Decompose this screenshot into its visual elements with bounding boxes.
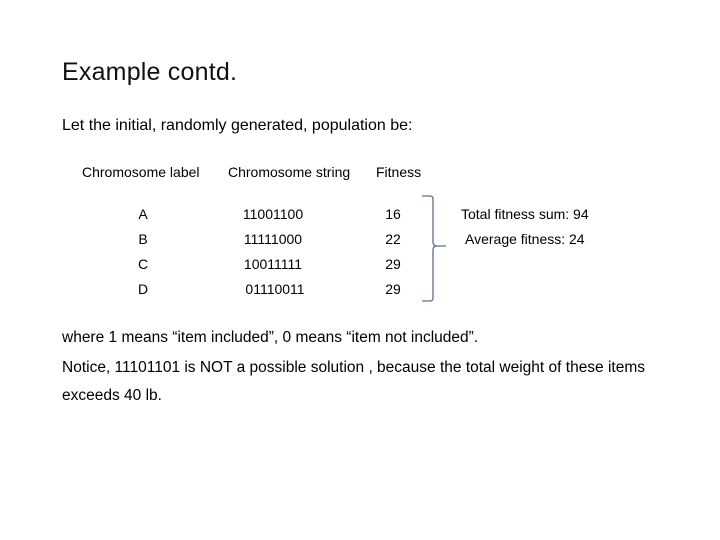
header-chromosome-string: Chromosome string bbox=[228, 164, 351, 180]
intro-text: Let the initial, randomly generated, pop… bbox=[62, 117, 413, 134]
average-fitness: Average fitness: 24 bbox=[465, 231, 585, 247]
slide-title: Example contd. bbox=[62, 58, 238, 86]
row-label: D bbox=[137, 281, 149, 297]
right-brace-icon bbox=[422, 195, 446, 302]
header-fitness: Fitness bbox=[376, 164, 422, 180]
row-label: C bbox=[137, 256, 149, 272]
row-string: 11001100 bbox=[242, 206, 304, 222]
footnote-encoding: where 1 means “item included”, 0 means “… bbox=[62, 329, 479, 346]
header-chromosome-label: Chromosome label bbox=[82, 164, 200, 180]
row-fitness: 29 bbox=[385, 256, 401, 272]
row-string: 01110011 bbox=[245, 281, 305, 297]
row-fitness: 16 bbox=[385, 206, 401, 222]
total-fitness-sum: Total fitness sum: 94 bbox=[461, 206, 589, 222]
row-string: 11111000 bbox=[243, 231, 303, 247]
row-label: B bbox=[138, 231, 148, 247]
row-label: A bbox=[138, 206, 148, 222]
row-fitness: 29 bbox=[385, 281, 401, 297]
row-fitness: 22 bbox=[385, 231, 401, 247]
footnote-weight: exceeds 40 lb. bbox=[62, 387, 162, 404]
footnote-notice: Notice, 11101101 is NOT a possible solut… bbox=[62, 359, 646, 376]
row-string: 10011111 bbox=[243, 256, 303, 272]
